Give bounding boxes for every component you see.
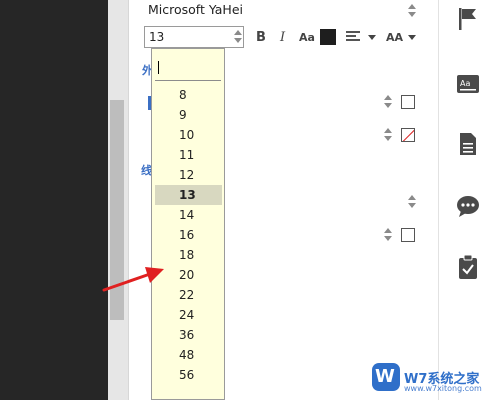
fill-stepper-icon[interactable]: [384, 95, 392, 109]
text-cursor: [158, 61, 159, 74]
watermark-url: www.w7xitong.com: [404, 384, 482, 393]
line-color-stepper-icon[interactable]: [384, 228, 392, 242]
bold-button[interactable]: B: [256, 30, 266, 45]
font-family-value[interactable]: Microsoft YaHei: [148, 2, 243, 17]
arrow-head: [145, 267, 164, 283]
font-size-option[interactable]: 56: [155, 365, 222, 385]
italic-button[interactable]: I: [280, 30, 285, 45]
align-dropdown-icon[interactable]: [368, 35, 376, 40]
text-style-button[interactable]: Aa: [299, 31, 315, 44]
no-color-swatch[interactable]: [401, 128, 415, 142]
font-size-option[interactable]: 13: [155, 185, 222, 205]
font-size-option[interactable]: 11: [155, 145, 222, 165]
font-size-stepper-icon[interactable]: [234, 30, 242, 44]
font-size-option[interactable]: 36: [155, 325, 222, 345]
document-icon[interactable]: [456, 131, 480, 157]
red-arrow-annotation: [102, 267, 164, 292]
font-size-value: 13: [149, 30, 165, 44]
svg-text:Aa: Aa: [460, 79, 470, 88]
watermark-logo-letter: W: [375, 366, 395, 387]
font-size-option[interactable]: 14: [155, 205, 222, 225]
comment-icon[interactable]: [456, 193, 480, 219]
watermark-logo: W: [372, 363, 400, 391]
font-size-option[interactable]: 16: [155, 225, 222, 245]
text-color-swatch[interactable]: [320, 29, 336, 45]
font-size-option[interactable]: 8: [155, 85, 222, 105]
font-size-option[interactable]: 12: [155, 165, 222, 185]
clipboard-check-icon[interactable]: [456, 254, 480, 280]
font-family-stepper-icon[interactable]: [408, 4, 416, 18]
font-size-option[interactable]: 24: [155, 305, 222, 325]
case-dropdown-icon[interactable]: [408, 35, 416, 40]
flag-icon[interactable]: [456, 6, 480, 32]
line-checkbox[interactable]: [401, 228, 415, 242]
font-size-option[interactable]: 48: [155, 345, 222, 365]
left-dark-region: [0, 0, 108, 400]
font-size-option[interactable]: 10: [155, 125, 222, 145]
align-icon[interactable]: [346, 31, 360, 43]
case-button[interactable]: AA: [386, 31, 403, 44]
text-format-icon[interactable]: Aa: [456, 71, 480, 97]
font-size-search-input[interactable]: [155, 56, 221, 81]
border-stepper-icon[interactable]: [384, 128, 392, 142]
fill-checkbox[interactable]: [401, 95, 415, 109]
font-size-option[interactable]: 9: [155, 105, 222, 125]
arrow-shaft: [102, 272, 152, 292]
line-stepper-icon[interactable]: [408, 195, 416, 209]
